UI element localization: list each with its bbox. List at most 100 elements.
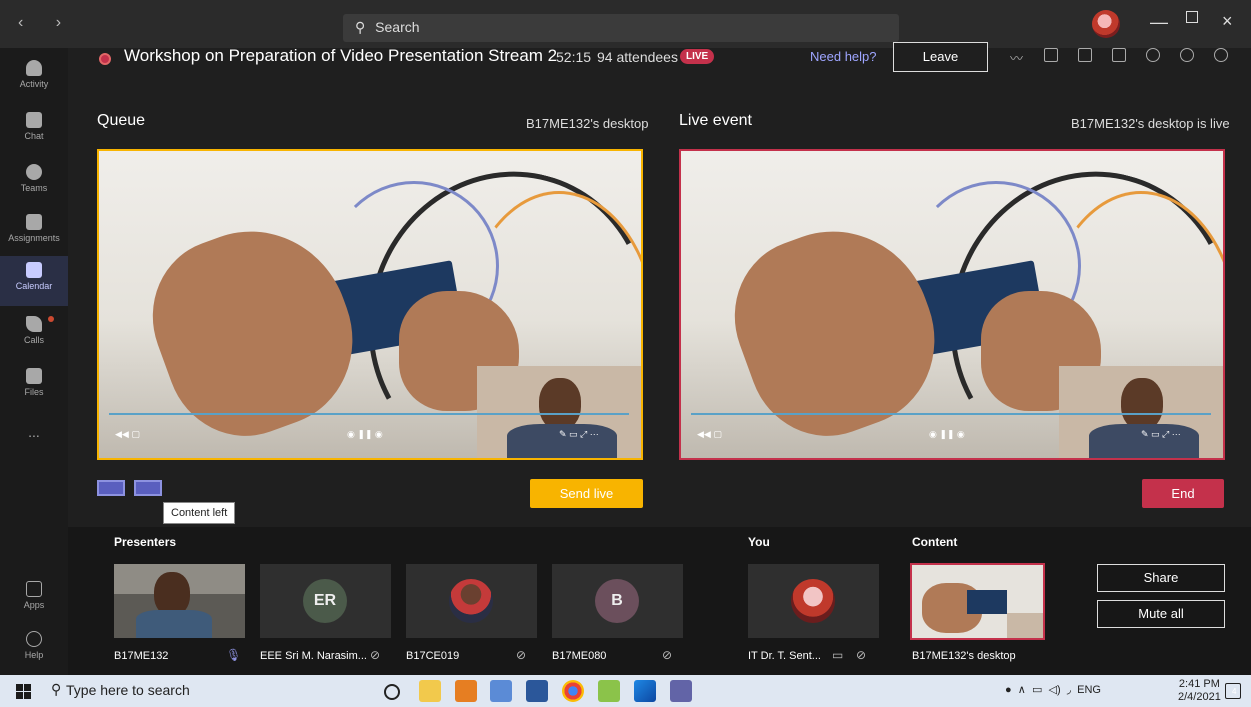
rail-item-teams[interactable]: Teams [0,158,68,208]
file-icon [26,368,42,384]
presenter-face [1121,378,1163,430]
rail-item-apps[interactable]: Apps [0,575,68,625]
rail-label: Calls [23,335,44,345]
avatar[interactable] [1092,10,1120,38]
phone-icon [26,316,42,332]
elapsed-time: 52:15 [556,49,592,65]
video-tools-icon[interactable]: ✎ ▭ ⤢ ··· [559,429,599,440]
app-icon[interactable] [598,680,620,702]
playback-controls[interactable]: ◀◀ ▢ [697,429,722,440]
photos-icon[interactable] [634,680,656,702]
cortana-icon[interactable] [384,684,400,700]
content-tile[interactable] [910,563,1045,640]
app-icon[interactable] [455,680,477,702]
rail-item-activity[interactable]: Activity [0,54,68,104]
you-tile[interactable] [748,564,879,638]
mute-all-button[interactable]: Mute all [1097,600,1225,628]
info-icon[interactable] [1214,48,1228,62]
you-name: IT Dr. T. Sent... [748,650,821,662]
close-icon[interactable]: × [1222,11,1233,32]
presenter-pip [1007,613,1043,638]
rail-label: Calendar [15,281,53,291]
clock[interactable]: 2:41 PM 2/4/2021 [1178,678,1221,704]
help-icon [26,631,42,647]
rail-item-files[interactable]: Files [0,362,68,412]
rail-item-calls[interactable]: Calls [0,310,68,360]
search-icon: ⚲ [355,19,366,35]
mic-off-icon: ⊘ [516,648,527,662]
participants-icon[interactable] [1146,48,1160,62]
system-tray[interactable]: ● ∧ ▭ ◁) ◞ ENG [1005,683,1101,696]
taskbar: ⚲ Type here to search ● ∧ ▭ ◁) ◞ ENG 2:4… [0,675,1251,707]
battery-icon: ▭ [1031,684,1043,696]
teams-icon[interactable] [670,680,692,702]
rail-label: Chat [24,131,44,141]
layout-content-only-button[interactable] [97,480,125,496]
camera-off-icon: ▭ [832,648,844,662]
nav-arrows[interactable]: ‹ › [18,14,75,32]
presenter-face [539,378,581,430]
chat-icon[interactable] [1112,48,1126,62]
live-video[interactable]: ◀◀ ▢ ◉ ❚❚ ◉ ✎ ▭ ⤢ ··· [679,149,1225,460]
volume-icon: ◁) [1048,684,1061,696]
presenter-name: B17ME132 [114,650,169,662]
you-label: You [748,535,770,549]
file-explorer-icon[interactable] [419,680,441,702]
queue-source: B17ME132's desktop [526,116,649,131]
more-icon: ... [28,424,40,440]
qna-icon[interactable] [1044,48,1058,62]
queue-video[interactable]: ◀◀ ▢ ◉ ❚❚ ◉ ✎ ▭ ⤢ ··· [97,149,643,460]
bell-icon [26,60,42,76]
word-icon[interactable] [526,680,548,702]
layout-content-left-button[interactable] [134,480,162,496]
mic-on-icon: 🎙 [226,648,242,662]
send-live-button[interactable]: Send live [530,479,643,508]
presenter-tile[interactable]: ER [260,564,391,638]
seek-bar[interactable] [109,413,629,415]
taskbar-search[interactable]: Type here to search [66,682,190,698]
rail-item-assignments[interactable]: Assignments [0,208,68,258]
presenter-name: EEE Sri M. Narasim... [260,650,367,662]
presenter-tile[interactable] [406,564,537,638]
play-pause-icon[interactable]: ◉ ❚❚ ◉ [929,429,965,440]
chat-icon [26,112,42,128]
rail-item-chat[interactable]: Chat [0,106,68,156]
app-rail: Activity Chat Teams Assignments Calendar… [0,48,68,675]
end-button[interactable]: End [1142,479,1224,508]
clock-time: 2:41 PM [1178,678,1220,690]
chrome-icon[interactable] [562,680,584,702]
presenter-name: B17CE019 [406,650,460,662]
notification-dot [48,316,54,322]
app-icon[interactable] [490,680,512,702]
rail-item-calendar[interactable]: Calendar [0,256,68,306]
presenter-tile[interactable] [114,564,245,638]
settings-icon[interactable] [1180,48,1194,62]
search-icon: ⚲ [51,681,62,697]
rail-item-help[interactable]: Help [0,625,68,675]
rail-label: Help [24,650,44,660]
leave-button[interactable]: Leave [893,42,988,72]
help-tray-icon: ● [1005,684,1012,696]
video-tools-icon[interactable]: ✎ ▭ ⤢ ··· [1141,429,1181,440]
search-input[interactable]: ⚲ Search [343,14,899,42]
layout-tooltip: Content left [163,502,236,524]
queue-label: Queue [97,112,146,129]
playback-controls[interactable]: ◀◀ ▢ [115,429,140,440]
windows-start-icon[interactable] [16,684,31,699]
maximize-icon[interactable] [1186,11,1198,23]
chevron-up-icon: ∧ [1017,684,1026,696]
notes-icon[interactable] [1078,48,1092,62]
minimize-icon[interactable]: — [1150,12,1168,33]
avatar: B [595,579,639,623]
rail-item-more[interactable]: ... [0,424,68,474]
apps-icon [26,581,42,597]
health-icon[interactable]: 〰 [1010,48,1024,66]
play-pause-icon[interactable]: ◉ ❚❚ ◉ [347,429,383,440]
live-status: B17ME132's desktop is live [1071,116,1230,131]
avatar [791,579,835,623]
notification-icon[interactable]: 4 [1225,683,1241,699]
seek-bar[interactable] [691,413,1211,415]
share-button[interactable]: Share [1097,564,1225,592]
need-help-link[interactable]: Need help? [810,49,877,64]
presenter-tile[interactable]: B [552,564,683,638]
